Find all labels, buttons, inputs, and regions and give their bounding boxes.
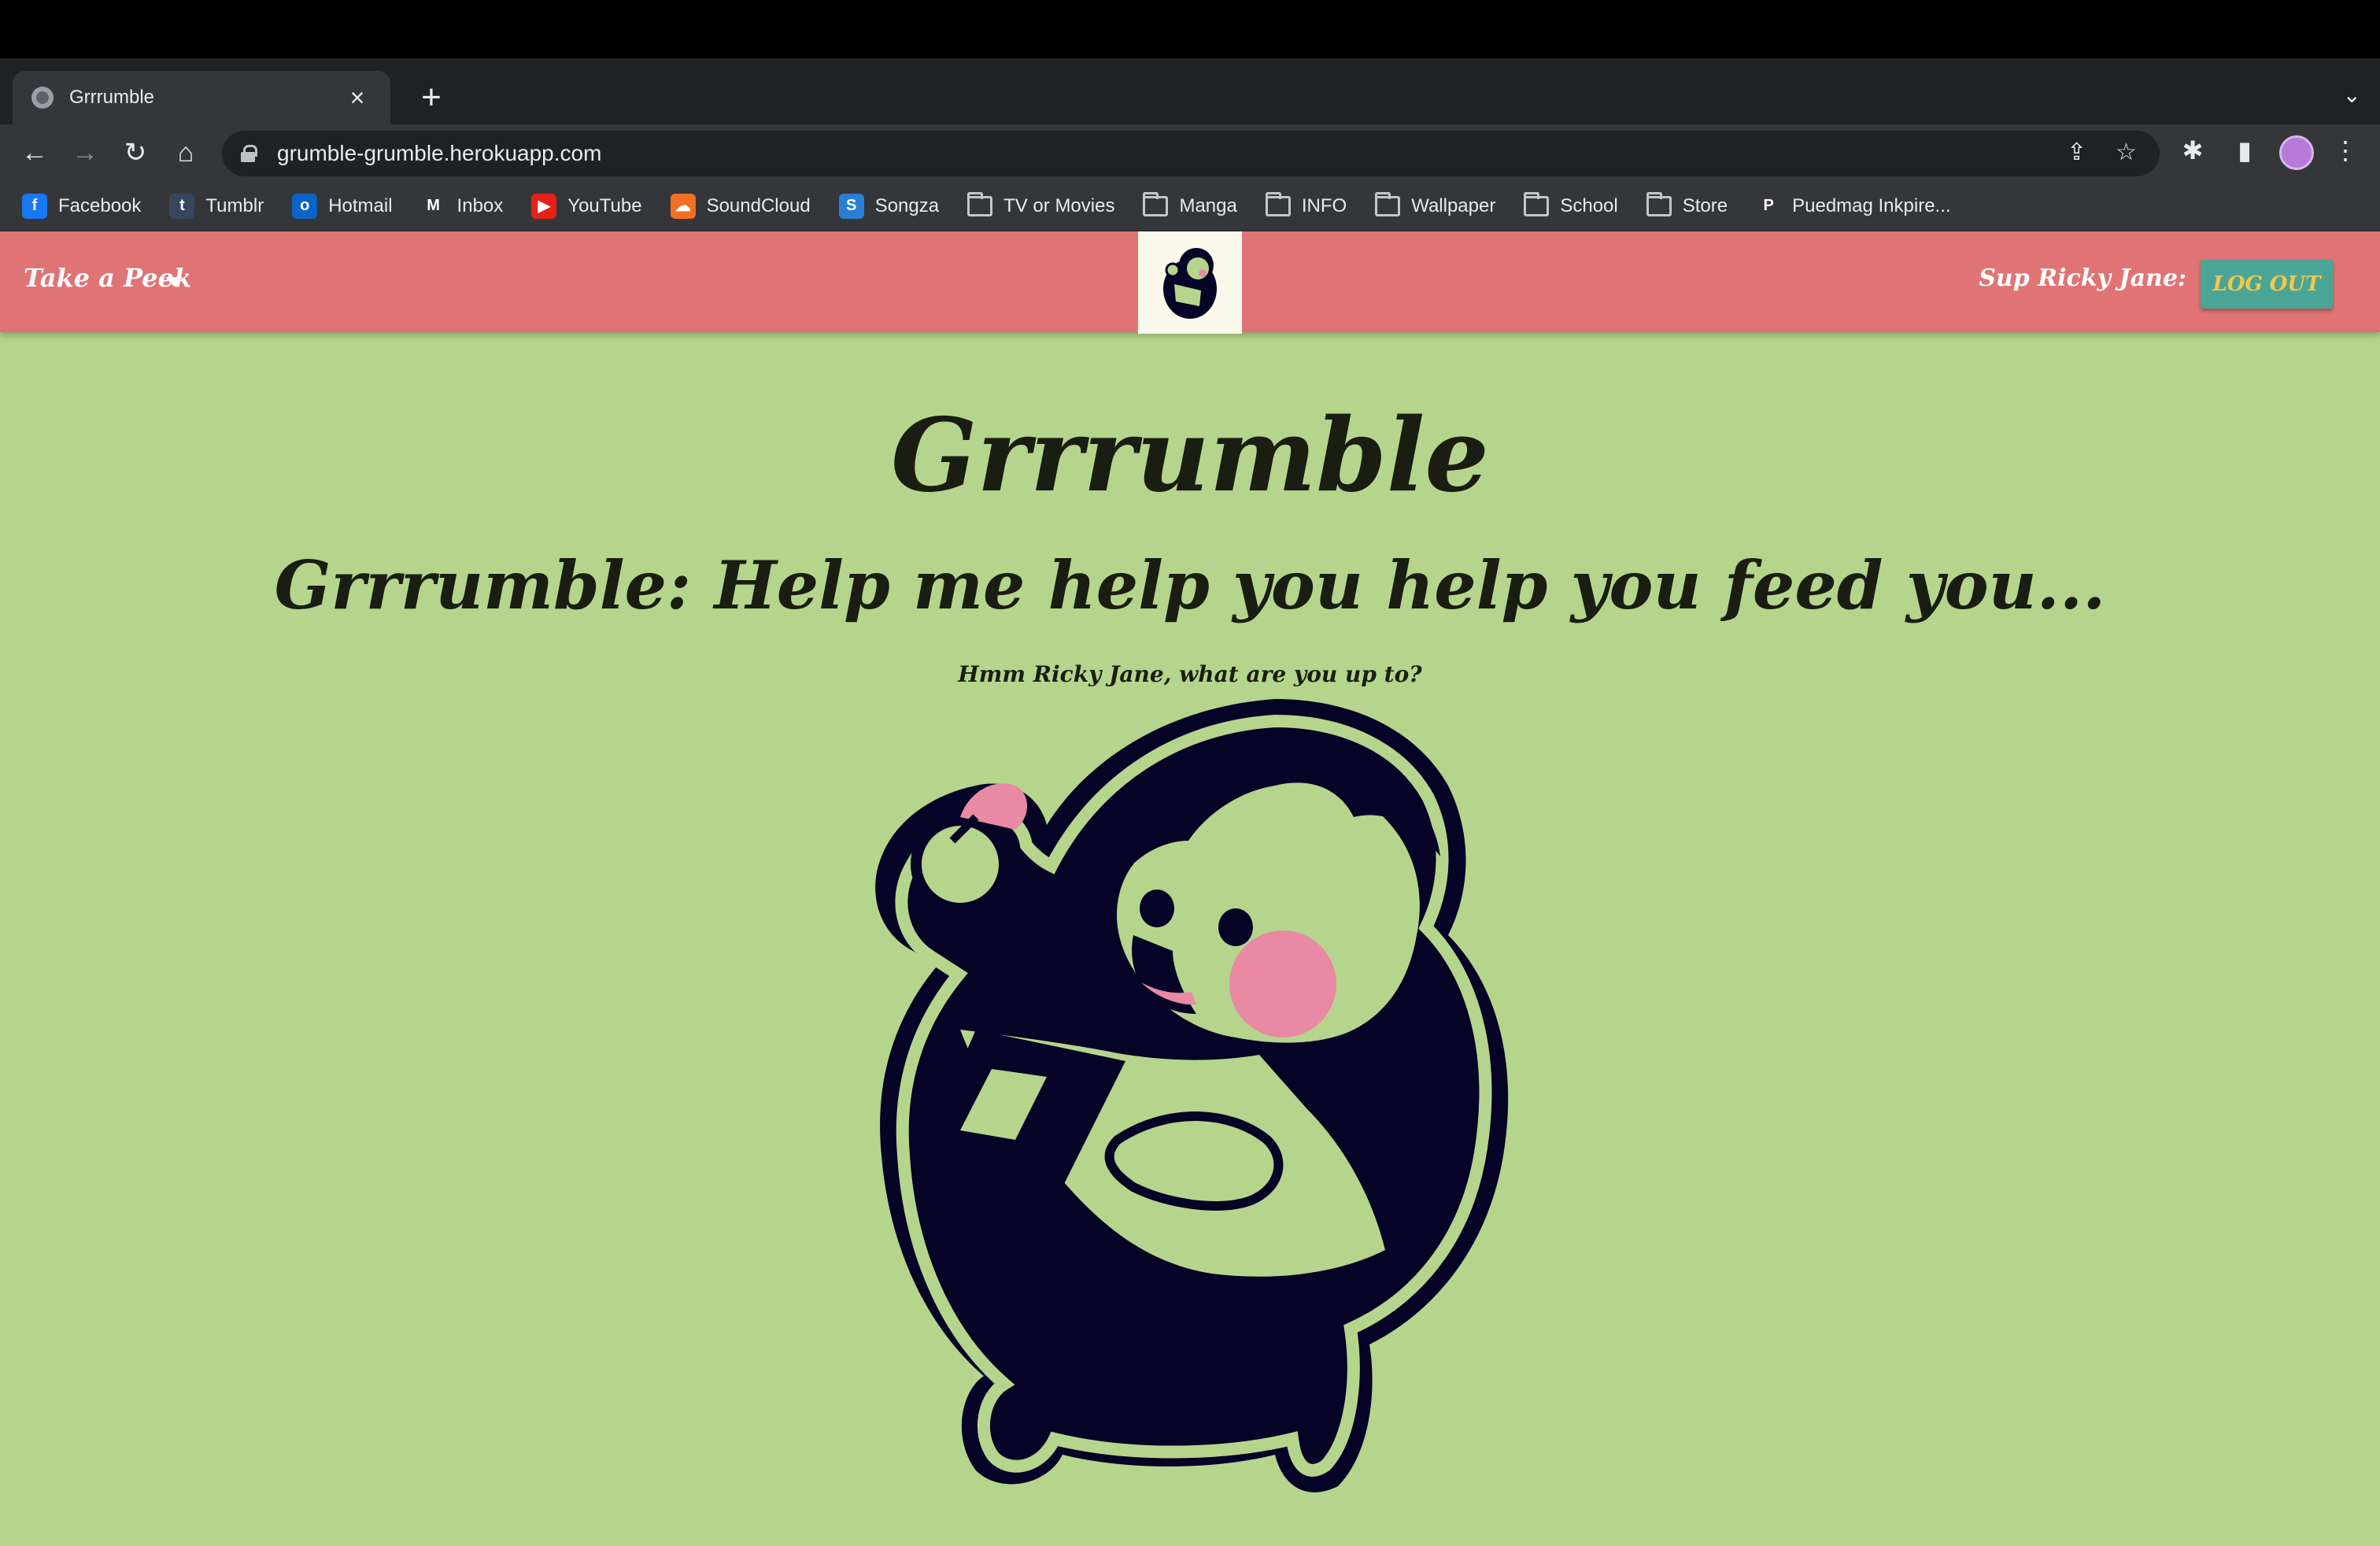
page-subtitle: Hmm Ricky Jane, what are you up to? xyxy=(958,661,1422,687)
site-navbar: Take a Peek Sup Ricky Jane: LOG OUT xyxy=(0,231,2380,334)
bookmark-item[interactable]: Wallpaper xyxy=(1375,191,1496,217)
bookmark-label: INFO xyxy=(1301,194,1347,216)
tab-title: Grrrumble xyxy=(69,87,155,108)
bookmark-label: SoundCloud xyxy=(706,194,811,216)
bookmark-favicon-icon: ▶ xyxy=(531,193,557,219)
bookmark-item[interactable]: M Inbox xyxy=(420,193,504,219)
close-icon[interactable]: × xyxy=(343,83,371,113)
bookmark-item[interactable]: f Facebook xyxy=(22,193,142,219)
globe-icon xyxy=(31,87,54,109)
bookmark-label: Hotmail xyxy=(328,194,393,216)
share-icon[interactable]: ⇪ xyxy=(2067,139,2086,166)
bookmark-favicon-icon: ☁ xyxy=(670,193,696,219)
home-button[interactable]: ⌂ xyxy=(167,134,205,172)
web-page: Take a Peek Sup Ricky Jane: LOG OUT Grrr… xyxy=(0,231,2380,1546)
bookmark-label: Store xyxy=(1682,194,1728,216)
tab-search-button[interactable]: ⌄ xyxy=(2343,82,2361,108)
bookmark-star-icon[interactable]: ☆ xyxy=(2116,139,2137,166)
address-bar[interactable]: grumble-grumble.herokuapp.com ⇪ ☆ xyxy=(222,131,2160,176)
folder-icon xyxy=(1646,191,1672,216)
page-headline: Grrrumble: Help me help you help you fee… xyxy=(274,546,2106,624)
user-greeting: Sup Ricky Jane: xyxy=(1979,264,2186,292)
bookmark-label: Facebook xyxy=(58,194,142,216)
folder-icon xyxy=(1265,191,1291,216)
forward-button[interactable]: → xyxy=(66,134,104,172)
tab-active[interactable]: Grrrumble × xyxy=(13,71,390,124)
chevron-down-icon[interactable] xyxy=(165,277,183,287)
tab-strip: Grrrumble × xyxy=(0,58,2380,124)
bookmark-item[interactable]: Manga xyxy=(1143,191,1237,217)
bookmark-item[interactable]: Store xyxy=(1646,191,1728,217)
site-logo[interactable] xyxy=(1138,231,1242,334)
bookmark-label: Puedmag Inkpire... xyxy=(1792,194,1951,216)
bookmark-item[interactable]: ▶ YouTube xyxy=(531,193,642,219)
bookmark-favicon-icon: o xyxy=(292,193,318,219)
mascot-logo-icon xyxy=(1163,248,1217,319)
lock-icon[interactable] xyxy=(241,145,257,162)
bookmark-label: School xyxy=(1560,194,1618,216)
bookmark-label: Manga xyxy=(1179,194,1237,216)
extensions-icon[interactable]: ✱ xyxy=(2175,135,2210,165)
logout-button[interactable]: LOG OUT xyxy=(2201,260,2333,309)
bookmark-label: Tumblr xyxy=(205,194,264,216)
bookmark-favicon-icon: t xyxy=(169,193,195,219)
page-title: Grrrumble xyxy=(891,397,1489,515)
bookmark-label: Songza xyxy=(874,194,940,216)
url-text[interactable]: grumble-grumble.herokuapp.com xyxy=(277,141,601,166)
bookmark-item[interactable]: t Tumblr xyxy=(169,193,264,219)
reload-button[interactable]: ↻ xyxy=(116,134,154,172)
folder-icon xyxy=(1143,191,1169,216)
folder-icon xyxy=(1375,191,1401,216)
new-tab-button[interactable]: + xyxy=(409,76,453,120)
bookmark-item[interactable]: TV or Movies xyxy=(967,191,1115,217)
bookmark-item[interactable]: o Hotmail xyxy=(292,193,393,219)
bookmark-label: Inbox xyxy=(456,194,504,216)
side-panel-icon[interactable]: ▮ xyxy=(2227,135,2262,165)
bookmark-item[interactable]: S Songza xyxy=(838,193,940,219)
back-button[interactable]: ← xyxy=(16,134,54,172)
bookmark-item[interactable]: P Puedmag Inkpire... xyxy=(1756,193,1951,219)
profile-avatar[interactable] xyxy=(2279,135,2314,170)
menu-icon[interactable]: ⋮ xyxy=(2328,135,2363,165)
bookmark-item[interactable]: School xyxy=(1524,191,1618,217)
folder-icon xyxy=(967,191,993,216)
bookmark-item[interactable]: ☁ SoundCloud xyxy=(670,193,811,219)
bookmarks-bar: f Facebook t Tumblr o Hotmail M Inbox ▶ YouTube ☁ S… xyxy=(0,181,2380,231)
screen: Grrrumble × + ⌄ ← → ↻ ⌂ grumble-grumble.… xyxy=(0,0,2380,1546)
bookmark-favicon-icon: S xyxy=(838,193,864,219)
folder-icon xyxy=(1524,191,1550,216)
bookmark-favicon-icon: P xyxy=(1756,193,1782,219)
bookmark-item[interactable]: INFO xyxy=(1265,191,1347,217)
bookmark-label: YouTube xyxy=(567,194,642,216)
bookmark-label: Wallpaper xyxy=(1411,194,1496,216)
menubar-area xyxy=(0,0,2380,58)
browser-toolbar: ← → ↻ ⌂ grumble-grumble.herokuapp.com ⇪ … xyxy=(0,124,2380,181)
bookmark-favicon-icon: f xyxy=(22,193,47,219)
bookmark-favicon-icon: M xyxy=(420,193,446,219)
mascot-illustration xyxy=(875,699,1509,1492)
bookmark-label: TV or Movies xyxy=(1003,194,1115,216)
